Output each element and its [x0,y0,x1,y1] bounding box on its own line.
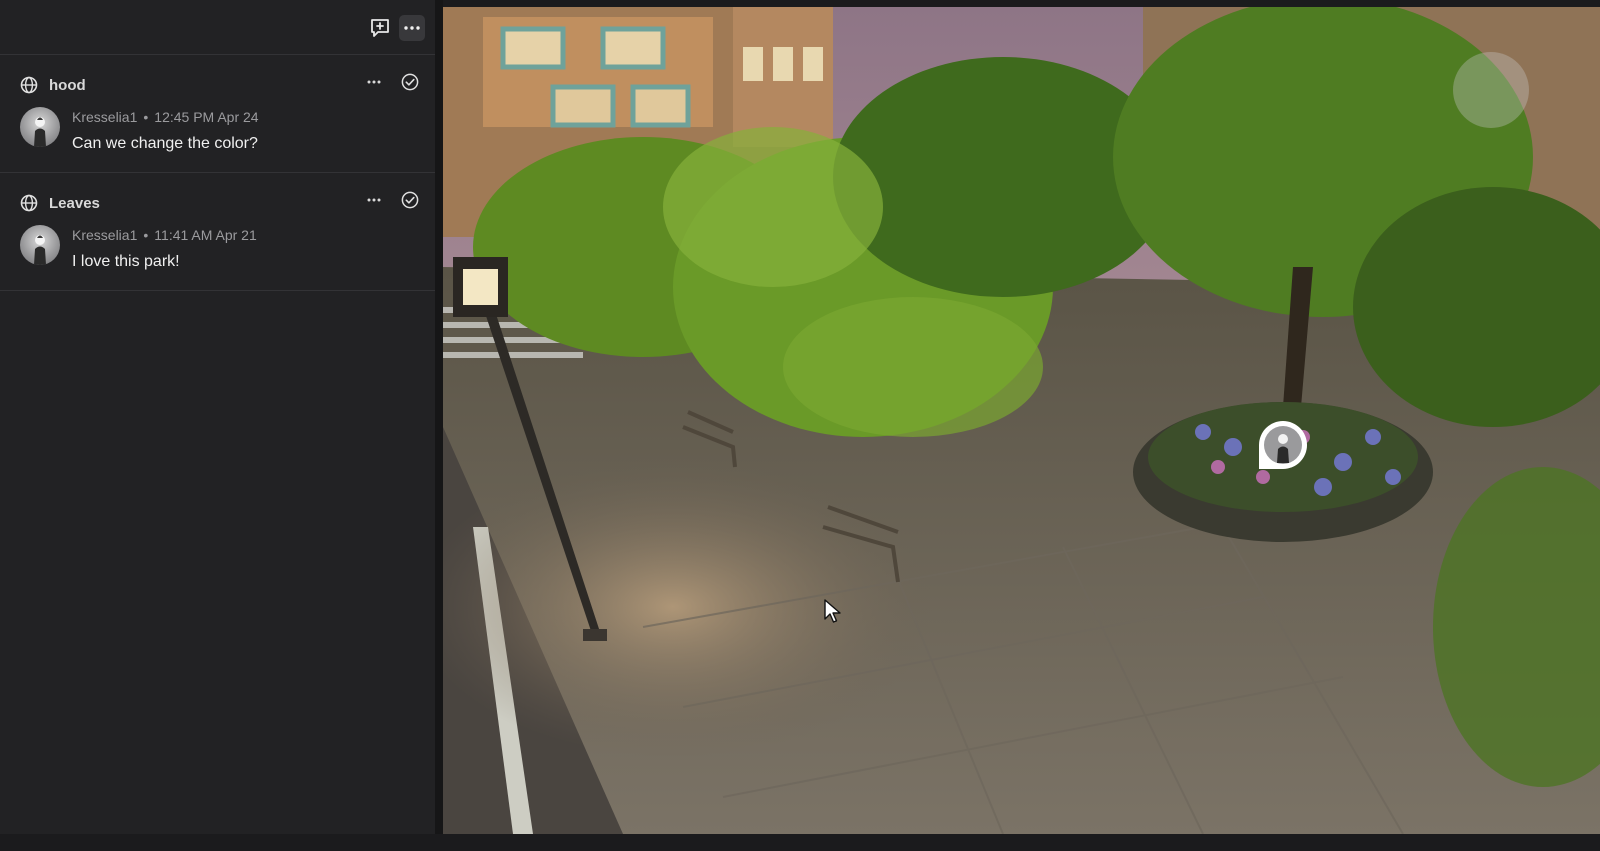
comment-meta: Kresselia1 • 12:45 PM Apr 24 [72,109,259,125]
globe-icon [20,194,38,212]
comment-text: Can we change the color? [72,135,258,152]
meta-separator: • [143,109,149,125]
3d-viewport[interactable] [443,7,1600,834]
thread-more-button[interactable] [363,189,385,211]
resolve-button[interactable] [399,189,421,211]
ellipsis-icon [404,26,420,30]
thread-header: Leaves [20,191,100,215]
comments-toolbar [0,0,435,55]
comment-thread[interactable]: Leaves Kresselia1 • 11:41 AM Apr 21 I lo… [0,173,435,291]
mouse-pointer-icon [824,599,841,623]
new-comment-button[interactable] [367,15,393,41]
view-gizmo[interactable] [1453,52,1529,128]
mouse-cursor [824,599,842,625]
check-circle-icon [401,73,419,91]
comment-text: I love this park! [72,253,180,270]
park-scene [443,7,1600,834]
toolbar-more-button[interactable] [399,15,425,41]
comment-plus-icon [371,19,389,37]
thread-actions [363,71,421,93]
comments-panel: hood Kresselia1 • 12:45 PM Apr 24 Can we… [0,0,436,851]
avatar [20,225,60,265]
check-circle-icon [401,191,419,209]
thread-more-button[interactable] [363,71,385,93]
author-name: Kresselia1 [72,227,138,243]
timestamp: 11:41 AM Apr 21 [154,227,257,243]
status-strip [0,834,1600,851]
thread-title: hood [49,76,86,94]
ellipsis-icon [367,198,381,202]
comment-pin[interactable] [1255,417,1311,473]
avatar [20,107,60,147]
thread-title: Leaves [49,194,100,212]
resolve-button[interactable] [399,71,421,93]
comment-thread[interactable]: hood Kresselia1 • 12:45 PM Apr 24 Can we… [0,55,435,173]
timestamp: 12:45 PM Apr 24 [154,109,259,125]
author-name: Kresselia1 [72,109,138,125]
thread-actions [363,189,421,211]
comment-pin-avatar-icon [1259,421,1307,469]
globe-icon [20,76,38,94]
meta-separator: • [143,227,149,243]
panel-divider[interactable] [435,0,443,851]
ellipsis-icon [367,80,381,84]
comment-meta: Kresselia1 • 11:41 AM Apr 21 [72,227,257,243]
thread-header: hood [20,73,86,97]
